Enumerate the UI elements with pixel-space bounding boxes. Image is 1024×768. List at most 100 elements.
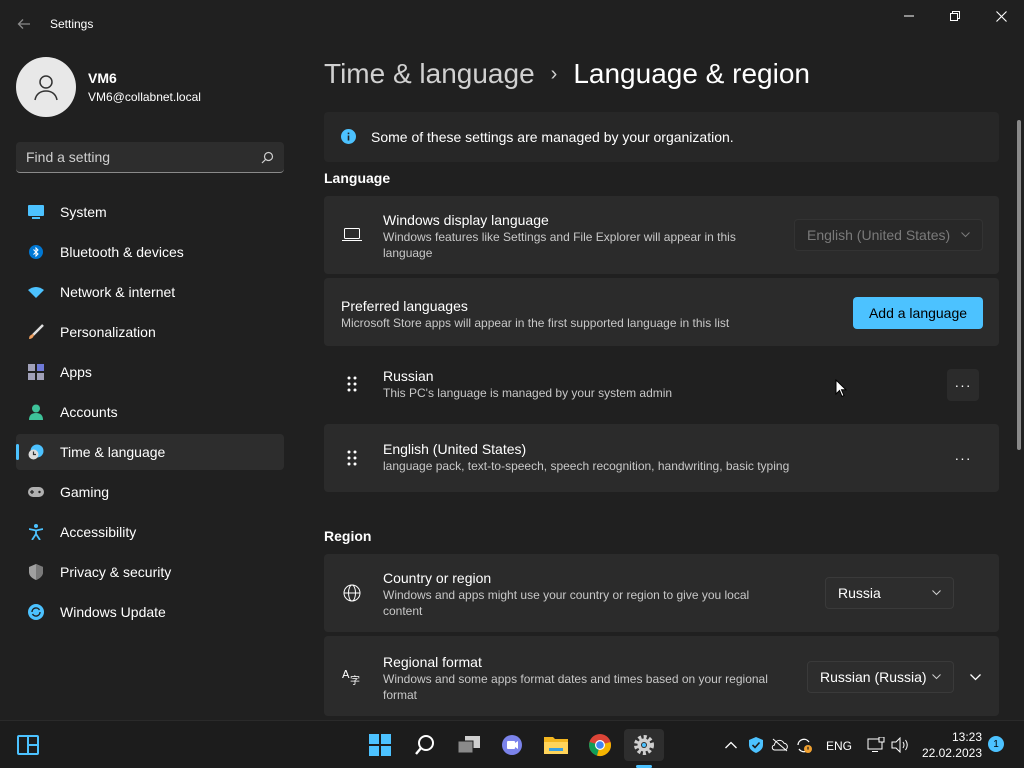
country-region-value: Russia — [838, 585, 881, 601]
svg-text:A: A — [342, 668, 350, 681]
chevron-down-icon — [961, 232, 970, 238]
more-options-button[interactable]: ··· — [947, 369, 979, 401]
clock-time: 13:23 — [951, 730, 982, 744]
sidebar-item-network[interactable]: Network & internet — [16, 274, 284, 310]
language-detail: language pack, text-to-speech, speech re… — [383, 459, 790, 473]
back-button[interactable] — [10, 12, 38, 36]
teams-chat-button[interactable] — [492, 729, 532, 761]
person-icon — [29, 404, 43, 420]
task-view-icon — [457, 736, 480, 754]
sidebar-item-time-language[interactable]: Time & language — [16, 434, 284, 470]
sidebar-item-label: Accessibility — [60, 524, 137, 540]
clock-globe-icon — [28, 444, 44, 460]
sidebar-nav: System Bluetooth & devices Network & int… — [16, 194, 284, 634]
language-row-russian[interactable]: Russian This PC's language is managed by… — [324, 350, 999, 420]
display-language-title: Windows display language — [383, 212, 549, 228]
search-input[interactable] — [26, 149, 261, 165]
sidebar-item-privacy[interactable]: Privacy & security — [16, 554, 284, 590]
country-region-dropdown[interactable]: Russia — [825, 577, 954, 609]
app-title: Settings — [50, 17, 94, 31]
input-language-indicator[interactable]: ENG — [826, 739, 852, 753]
preferred-languages-subtitle: Microsoft Store apps will appear in the … — [341, 316, 730, 330]
windows-logo-icon — [369, 734, 391, 756]
sidebar-item-label: Privacy & security — [60, 564, 172, 580]
breadcrumb-parent[interactable]: Time & language — [324, 58, 535, 90]
taskbar: ENG — [0, 720, 1024, 768]
laptop-icon — [342, 228, 362, 241]
notification-badge[interactable]: 1 — [988, 736, 1004, 752]
profile-email: VM6@collabnet.local — [88, 90, 201, 104]
widgets-button[interactable] — [8, 729, 48, 761]
expand-button[interactable] — [959, 661, 991, 693]
more-options-button[interactable]: ··· — [947, 442, 979, 474]
restore-icon — [950, 11, 960, 21]
display-language-value: English (United States) — [807, 227, 951, 243]
regional-format-value: Russian (Russia) — [820, 669, 927, 685]
language-name: English (United States) — [383, 441, 527, 457]
chevron-down-icon — [932, 590, 941, 596]
network-tray-button[interactable] — [864, 729, 888, 761]
drag-handle-icon[interactable] — [346, 449, 362, 469]
avatar — [16, 57, 76, 117]
sidebar-item-label: Gaming — [60, 484, 110, 500]
search-button[interactable] — [405, 729, 445, 761]
restore-button[interactable] — [932, 0, 978, 32]
security-tray-button[interactable] — [744, 729, 768, 761]
user-profile[interactable]: VM6 VM6@collabnet.local — [16, 57, 201, 117]
sidebar-item-bluetooth[interactable]: Bluetooth & devices — [16, 234, 284, 270]
update-icon — [28, 604, 44, 620]
country-region-subtitle: Windows and apps might use your country … — [383, 588, 750, 618]
sidebar-item-system[interactable]: System — [16, 194, 284, 230]
sidebar-item-accounts[interactable]: Accounts — [16, 394, 284, 430]
settings-taskbar-button[interactable] — [624, 729, 664, 761]
language-row-english[interactable]: English (United States) language pack, t… — [324, 424, 999, 492]
scrollbar[interactable] — [1017, 120, 1021, 450]
display-language-dropdown[interactable]: English (United States) — [794, 219, 983, 251]
chevron-down-icon — [969, 673, 981, 680]
sync-tray-button[interactable] — [792, 729, 816, 761]
chrome-icon — [589, 734, 611, 756]
regional-format-title: Regional format — [383, 654, 482, 670]
section-label-language: Language — [324, 170, 391, 186]
search-icon — [415, 735, 434, 755]
sidebar-item-accessibility[interactable]: Accessibility — [16, 514, 284, 550]
add-language-button[interactable]: Add a language — [853, 297, 983, 329]
sidebar-item-apps[interactable]: Apps — [16, 354, 284, 390]
breadcrumb: Time & language › Language & region — [324, 58, 810, 90]
volume-tray-button[interactable] — [888, 729, 912, 761]
network-icon — [867, 737, 885, 752]
display-language-subtitle: Windows features like Settings and File … — [383, 230, 736, 260]
clock-date: 22.02.2023 — [921, 746, 982, 760]
file-explorer-button[interactable] — [536, 729, 576, 761]
show-hidden-icons-button[interactable] — [716, 729, 746, 761]
task-view-button[interactable] — [449, 729, 489, 761]
widgets-icon — [17, 735, 39, 755]
onedrive-tray-button[interactable] — [768, 729, 792, 761]
drag-handle-icon[interactable] — [346, 375, 362, 395]
chevron-up-icon — [725, 741, 737, 749]
regional-format-dropdown[interactable]: Russian (Russia) — [807, 661, 954, 693]
chrome-button[interactable] — [580, 729, 620, 761]
title-bar: Settings — [0, 0, 1024, 48]
chat-icon — [502, 735, 522, 755]
close-button[interactable] — [978, 0, 1024, 32]
sidebar-item-gaming[interactable]: Gaming — [16, 474, 284, 510]
language-name: Russian — [383, 368, 434, 384]
sidebar-item-label: Apps — [60, 364, 92, 380]
sidebar-item-label: Bluetooth & devices — [60, 244, 184, 260]
minimize-button[interactable] — [886, 0, 932, 32]
sidebar-item-personalization[interactable]: Personalization — [16, 314, 284, 350]
sidebar-item-windows-update[interactable]: Windows Update — [16, 594, 284, 630]
profile-name: VM6 — [88, 70, 117, 86]
brush-icon — [29, 324, 44, 339]
search-box[interactable] — [16, 142, 284, 173]
language-detail: This PC's language is managed by your sy… — [383, 386, 673, 400]
taskbar-clock[interactable]: 13:23 22.02.2023 — [920, 729, 982, 761]
info-banner-text: Some of these settings are managed by yo… — [371, 129, 734, 145]
speaker-icon — [891, 737, 908, 753]
start-button[interactable] — [360, 729, 400, 761]
preferred-languages-title: Preferred languages — [341, 298, 468, 314]
info-icon — [341, 129, 356, 144]
cloud-off-icon — [771, 738, 788, 752]
sidebar-item-label: Personalization — [60, 324, 156, 340]
